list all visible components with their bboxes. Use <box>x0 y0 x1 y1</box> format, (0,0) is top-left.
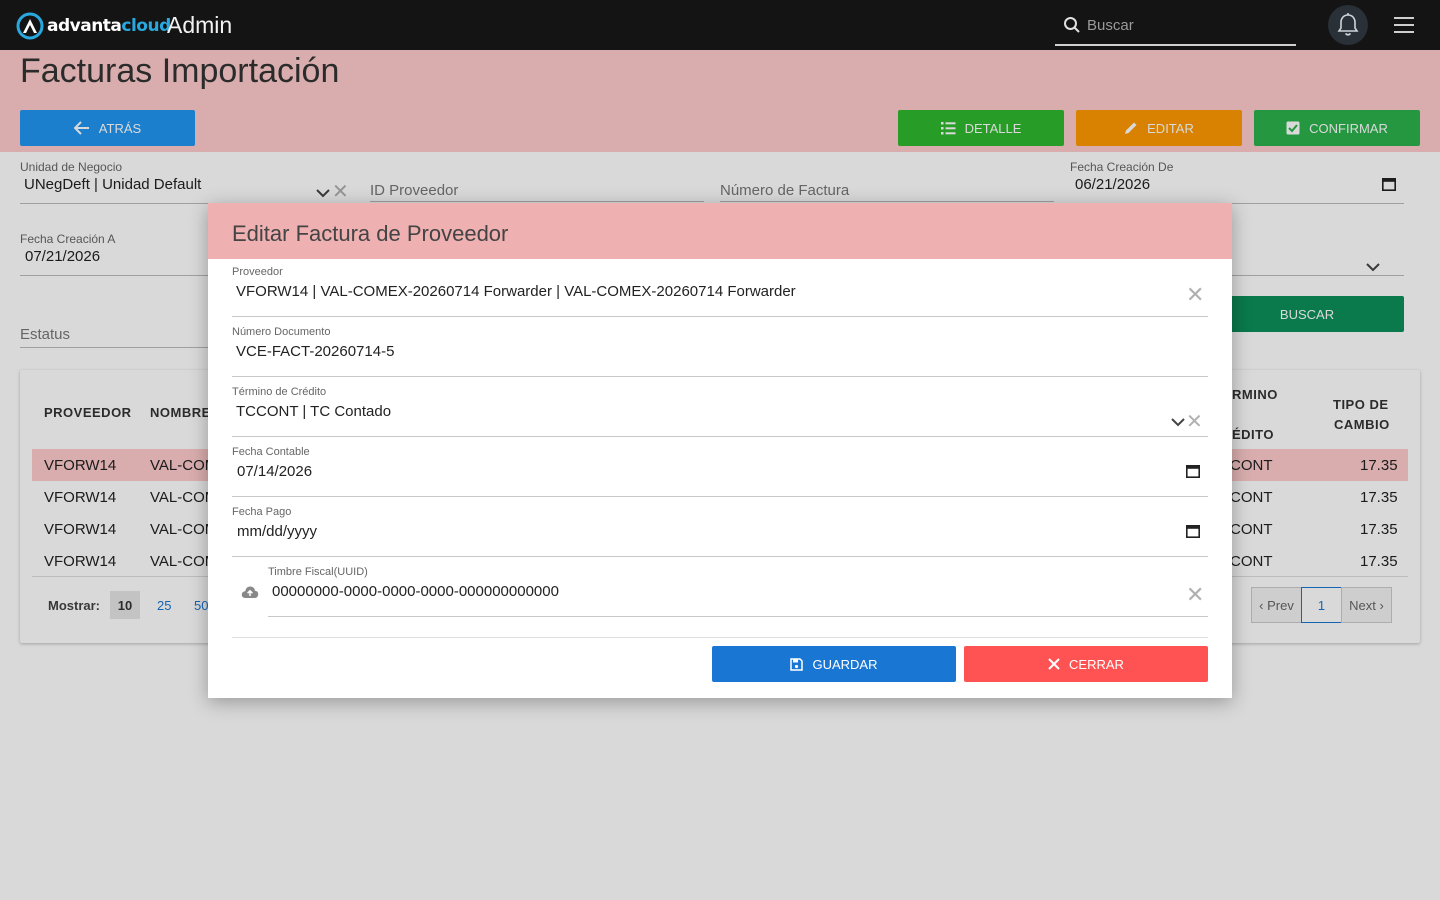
timbre-fiscal-label: Timbre Fiscal(UUID) <box>268 566 368 578</box>
hamburger-menu-icon[interactable] <box>1394 17 1414 33</box>
guardar-button-label: GUARDAR <box>812 656 878 672</box>
app-title: Admin <box>167 12 233 38</box>
fecha-contable-input[interactable]: Fecha Contable 07/14/2026 <box>232 446 1208 497</box>
search-input[interactable] <box>1087 14 1287 36</box>
guardar-button[interactable]: GUARDAR <box>712 646 956 682</box>
fecha-pago-value: mm/dd/yyyy <box>237 523 318 540</box>
termino-credito-select[interactable]: Término de Crédito TCCONT | TC Contado ✕ <box>232 386 1208 437</box>
chevron-down-icon[interactable] <box>1171 417 1185 427</box>
close-icon[interactable]: ✕ <box>1186 584 1204 606</box>
close-icon[interactable]: ✕ <box>1186 412 1203 432</box>
modal-header: Editar Factura de Proveedor <box>208 203 1232 259</box>
save-icon <box>790 657 804 671</box>
cerrar-button-label: CERRAR <box>1069 656 1124 672</box>
search-box[interactable] <box>1055 8 1296 46</box>
timbre-fiscal-value: 00000000-0000-0000-0000-000000000000 <box>272 583 559 600</box>
fecha-pago-input[interactable]: Fecha Pago mm/dd/yyyy <box>232 506 1208 557</box>
brand-logo[interactable]: advantacloud <box>16 12 171 40</box>
top-navbar: advantacloud Admin <box>0 0 1440 50</box>
fecha-pago-label: Fecha Pago <box>232 506 292 518</box>
search-icon <box>1064 17 1080 33</box>
close-icon <box>1048 658 1060 670</box>
calendar-icon[interactable] <box>1186 524 1200 538</box>
notifications-button[interactable] <box>1328 5 1368 45</box>
numero-documento-input[interactable]: Número Documento VCE-FACT-20260714-5 <box>232 326 1208 377</box>
proveedor-label: Proveedor <box>232 266 283 278</box>
timbre-fiscal-input[interactable]: Timbre Fiscal(UUID) 00000000-0000-0000-0… <box>268 566 1208 617</box>
fecha-contable-label: Fecha Contable <box>232 446 310 458</box>
cloud-upload-icon[interactable] <box>241 585 259 599</box>
bell-icon <box>1337 13 1359 36</box>
numero-documento-value: VCE-FACT-20260714-5 <box>236 343 395 360</box>
cerrar-button[interactable]: CERRAR <box>964 646 1208 682</box>
calendar-icon[interactable] <box>1186 464 1200 478</box>
termino-credito-label: Término de Crédito <box>232 386 327 398</box>
edit-invoice-modal: Editar Factura de Proveedor Proveedor VF… <box>208 203 1232 698</box>
logo-mark-icon <box>16 12 44 40</box>
logo-text: advantacloud <box>47 16 171 36</box>
fecha-contable-value: 07/14/2026 <box>237 463 313 480</box>
close-icon[interactable]: ✕ <box>1186 284 1204 306</box>
modal-divider <box>232 637 1208 638</box>
modal-title: Editar Factura de Proveedor <box>232 221 509 246</box>
proveedor-value: VFORW14 | VAL-COMEX-20260714 Forwarder |… <box>236 283 796 300</box>
proveedor-select[interactable]: Proveedor VFORW14 | VAL-COMEX-20260714 F… <box>232 266 1208 317</box>
termino-credito-value: TCCONT | TC Contado <box>236 403 392 420</box>
numero-documento-label: Número Documento <box>232 326 331 338</box>
